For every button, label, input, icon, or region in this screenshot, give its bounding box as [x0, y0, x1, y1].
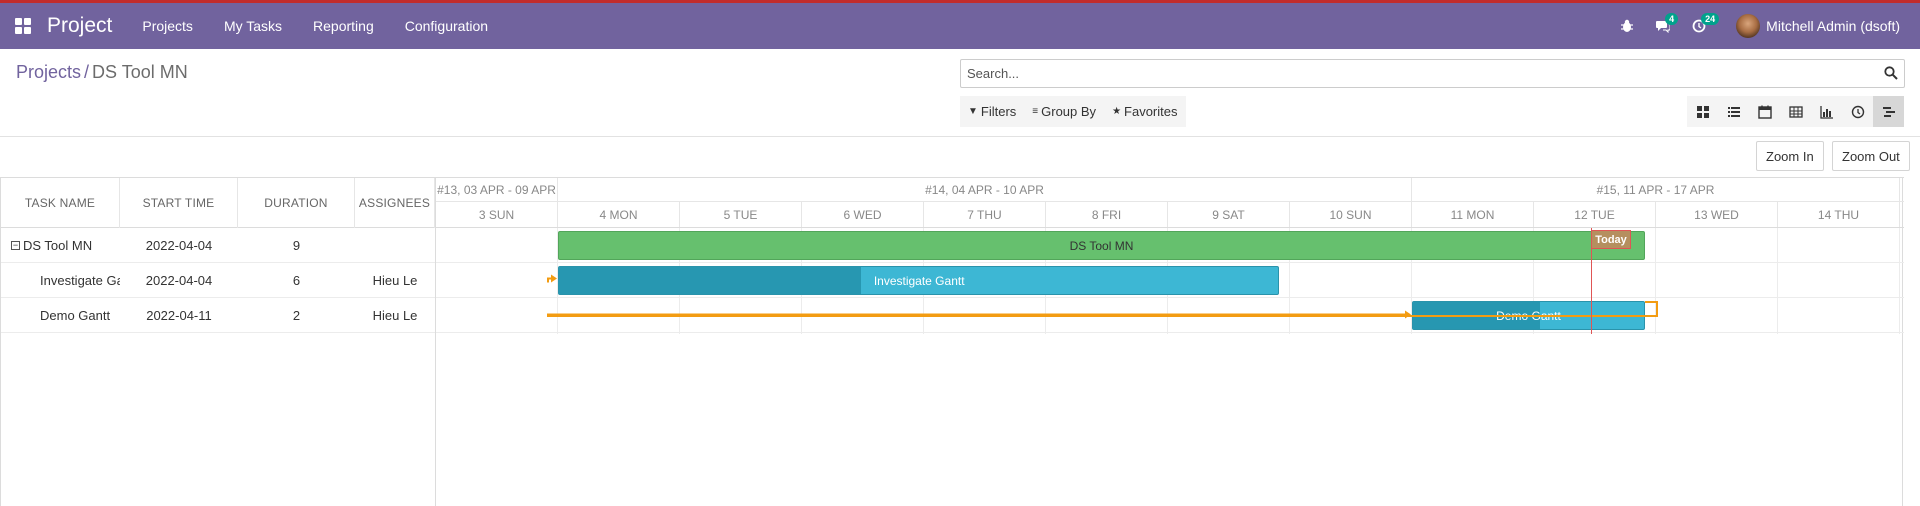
menu-projects[interactable]: Projects: [142, 18, 193, 34]
breadcrumb: Projects / DS Tool MN: [16, 62, 188, 83]
grid-header: TASK NAME START TIME DURATION ASSIGNEES: [1, 177, 435, 228]
favorites-button[interactable]: ★ Favorites: [1104, 96, 1185, 127]
user-avatar[interactable]: [1736, 14, 1761, 38]
column-header-assignees[interactable]: ASSIGNEES: [355, 178, 435, 228]
task-name-cell: Demo Gantt: [40, 307, 111, 323]
search-options-bar: ▼ Filters ≡ Group By ★ Favorites: [960, 96, 1186, 127]
grid-row[interactable]: Investigate Gantt 2022-04-04 6 Hieu Le: [1, 263, 435, 298]
app-brand[interactable]: Project: [47, 14, 112, 38]
activities-count-badge: 24: [1701, 13, 1720, 25]
favorites-label: Favorites: [1124, 104, 1178, 119]
group-by-label: Group By: [1041, 104, 1097, 119]
task-name: DS Tool MN: [23, 237, 93, 253]
filters-button[interactable]: ▼ Filters: [960, 96, 1024, 127]
duration-cell: 6: [292, 272, 301, 288]
start-time-cell: 2022-04-11: [146, 307, 212, 323]
search-icon[interactable]: [1884, 66, 1898, 85]
column-header-duration[interactable]: DURATION: [238, 178, 355, 228]
view-switcher: [1687, 96, 1904, 127]
search-input[interactable]: [961, 60, 1881, 87]
list-view-button[interactable]: [1718, 96, 1749, 127]
gantt-toolbar: Zoom In Zoom Out: [0, 137, 1920, 177]
pivot-icon: [1788, 105, 1803, 118]
graph-view-button[interactable]: [1811, 96, 1842, 127]
control-panel: Projects/DS Tool MN ▼Filters ≡Group By ★…: [0, 49, 1920, 137]
menu-reporting[interactable]: Reporting: [313, 18, 374, 34]
messages-icon[interactable]: 4: [1656, 13, 1679, 33]
funnel-icon: ▼: [968, 106, 978, 117]
breadcrumb-current: DS Tool MN: [92, 62, 188, 82]
column-header-start-time[interactable]: START TIME: [120, 178, 238, 228]
gantt-chart: TASK NAME START TIME DURATION ASSIGNEES …: [0, 177, 1904, 506]
calendar-icon: [1757, 105, 1772, 119]
zoom-out-button[interactable]: Zoom Out: [1832, 141, 1910, 171]
task-name-cell: Investigate Gantt: [40, 272, 120, 288]
pivot-view-button[interactable]: [1780, 96, 1811, 127]
graph-icon: [1819, 105, 1833, 119]
grid-row[interactable]: Demo Gantt 2022-04-11 2 Hieu Le: [1, 298, 435, 333]
apps-menu-icon[interactable]: [0, 3, 46, 49]
messages-count-badge: 4: [1665, 13, 1679, 25]
list-icon: [1727, 106, 1740, 117]
calendar-view-button[interactable]: [1749, 96, 1780, 127]
zoom-in-button[interactable]: Zoom In: [1756, 141, 1824, 171]
kanban-icon: [1696, 105, 1709, 118]
group-by-button[interactable]: ≡ Group By: [1024, 96, 1104, 127]
main-navbar: Project Projects My Tasks Reporting Conf…: [0, 3, 1920, 49]
today-marker-label: Today: [1591, 230, 1631, 249]
menu-my-tasks[interactable]: My Tasks: [224, 18, 282, 34]
kanban-view-button[interactable]: [1687, 96, 1718, 127]
activity-icon: [1851, 105, 1864, 118]
navbar-systray: 4 24 Mitchell Admin (dsoft): [1620, 3, 1920, 49]
debug-bug-icon[interactable]: [1620, 19, 1634, 33]
bars-icon: ≡: [1032, 106, 1039, 117]
search-box: [960, 59, 1905, 88]
start-time-cell: 2022-04-04: [145, 272, 213, 288]
menu-configuration[interactable]: Configuration: [405, 18, 488, 34]
dependency-arrow-head: [551, 274, 557, 283]
user-menu-name[interactable]: Mitchell Admin (dsoft): [1766, 18, 1900, 34]
breadcrumb-projects-link[interactable]: Projects: [16, 62, 81, 82]
dependency-link[interactable]: [436, 177, 1904, 377]
dependency-arrow-head: [1405, 310, 1411, 319]
duration-cell: 9: [292, 237, 301, 253]
assignees-cell: Hieu Le: [372, 272, 418, 288]
activity-view-button[interactable]: [1842, 96, 1873, 127]
grid-row[interactable]: − DS Tool MN 2022-04-04 9: [1, 228, 435, 263]
task-name-cell: − DS Tool MN: [11, 228, 120, 262]
collapse-toggle-icon[interactable]: −: [11, 240, 20, 250]
assignees-cell: [355, 228, 435, 262]
breadcrumb-separator: /: [84, 62, 90, 82]
activities-clock-icon[interactable]: 24: [1692, 13, 1720, 33]
column-header-task-name[interactable]: TASK NAME: [1, 178, 120, 228]
gantt-view-button[interactable]: [1873, 96, 1904, 127]
assignees-cell: Hieu Le: [372, 307, 418, 323]
dependency-link-path: [547, 301, 1658, 317]
gantt-timeline: #13, 03 APR - 09 APR #14, 04 APR - 10 APR…: [435, 177, 1904, 506]
gantt-icon: [1882, 106, 1895, 117]
filters-label: Filters: [980, 104, 1017, 119]
start-time-cell: 2022-04-04: [145, 237, 213, 253]
duration-cell: 2: [292, 307, 301, 323]
star-icon: ★: [1112, 106, 1122, 117]
